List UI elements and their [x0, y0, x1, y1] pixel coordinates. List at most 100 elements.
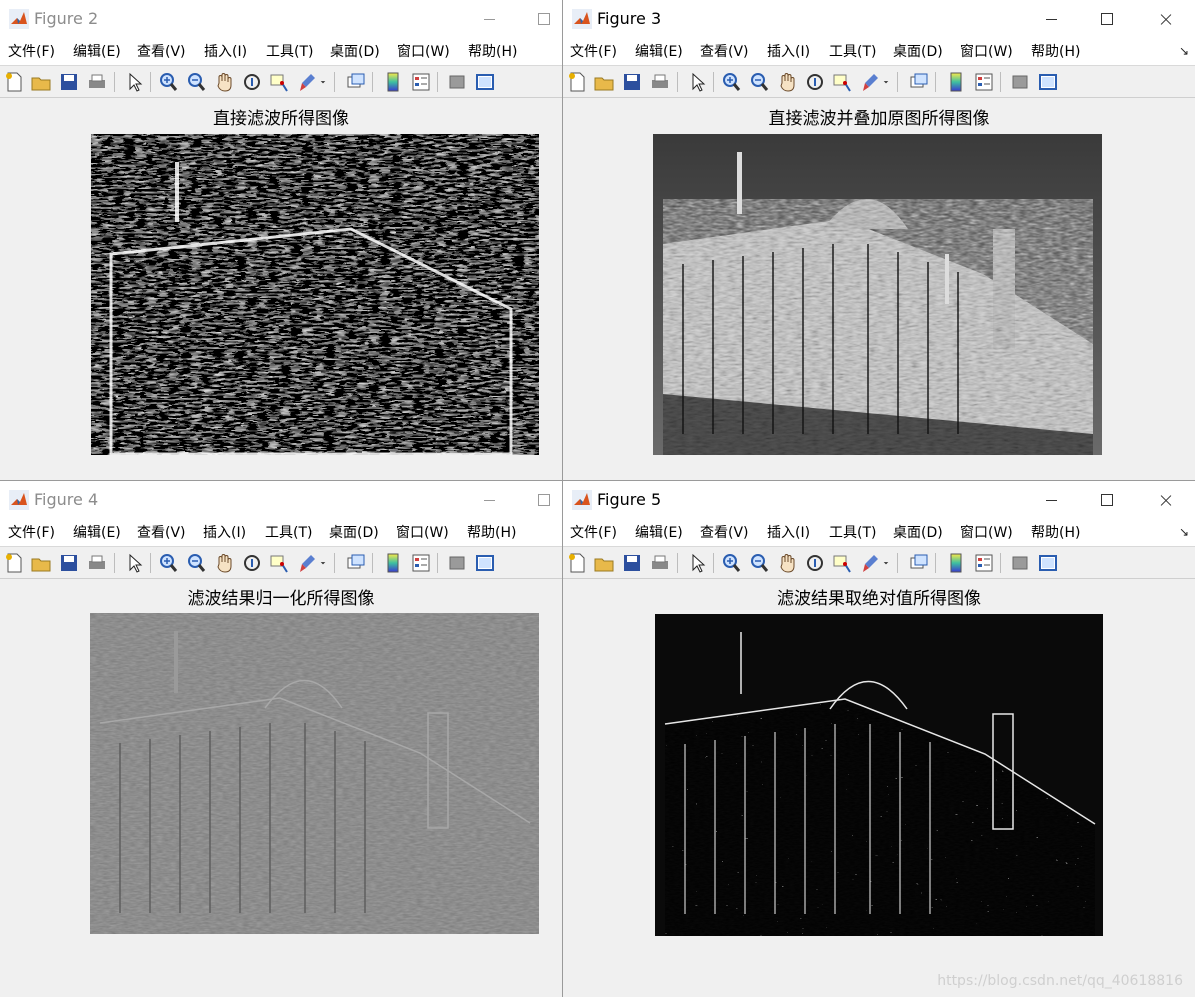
menu-desktop[interactable]: 桌面(D): [330, 43, 380, 61]
print-icon[interactable]: [86, 71, 108, 93]
save-icon[interactable]: [58, 552, 80, 574]
rotate-3d-icon[interactable]: [241, 71, 263, 93]
zoom-out-icon[interactable]: [748, 552, 770, 574]
title-bar[interactable]: Figure 5: [563, 481, 1195, 519]
rotate-3d-icon[interactable]: [804, 71, 826, 93]
hide-plot-tools-icon[interactable]: [1009, 71, 1031, 93]
legend-icon[interactable]: [973, 71, 995, 93]
pan-hand-icon[interactable]: [213, 552, 235, 574]
data-cursor-icon[interactable]: [831, 552, 853, 574]
menu-edit[interactable]: 编辑(E): [73, 524, 121, 542]
zoom-out-icon[interactable]: [185, 552, 207, 574]
select-pointer-icon[interactable]: [686, 71, 708, 93]
close-button[interactable]: [1151, 4, 1181, 34]
show-plot-tools-icon[interactable]: [1037, 552, 1059, 574]
maximize-button[interactable]: [1092, 485, 1122, 515]
menu-tools[interactable]: 工具(T): [266, 43, 313, 61]
menu-insert[interactable]: 插入(I): [767, 524, 810, 542]
menu-window[interactable]: 窗口(W): [397, 43, 450, 61]
colorbar-icon[interactable]: [945, 552, 967, 574]
print-icon[interactable]: [649, 71, 671, 93]
open-folder-icon[interactable]: [30, 552, 52, 574]
menu-file[interactable]: 文件(F): [570, 43, 617, 61]
maximize-button[interactable]: [529, 485, 559, 515]
menu-insert[interactable]: 插入(I): [767, 43, 810, 61]
menu-help[interactable]: 帮助(H): [467, 524, 516, 542]
brush-dropdown-icon[interactable]: [881, 552, 891, 574]
menu-insert[interactable]: 插入(I): [203, 524, 246, 542]
zoom-in-icon[interactable]: [157, 71, 179, 93]
menu-desktop[interactable]: 桌面(D): [329, 524, 379, 542]
data-cursor-icon[interactable]: [268, 71, 290, 93]
rotate-3d-icon[interactable]: [241, 552, 263, 574]
menu-edit[interactable]: 编辑(E): [635, 524, 683, 542]
colorbar-icon[interactable]: [382, 71, 404, 93]
print-icon[interactable]: [649, 552, 671, 574]
minimize-button[interactable]: [474, 485, 504, 515]
menu-edit[interactable]: 编辑(E): [73, 43, 121, 61]
menu-overflow-icon[interactable]: ↘: [1179, 44, 1189, 58]
pan-hand-icon[interactable]: [213, 71, 235, 93]
colorbar-icon[interactable]: [382, 552, 404, 574]
menu-view[interactable]: 查看(V): [137, 43, 186, 61]
link-plot-icon[interactable]: [908, 552, 930, 574]
legend-icon[interactable]: [410, 552, 432, 574]
minimize-button[interactable]: [1036, 485, 1066, 515]
menu-tools[interactable]: 工具(T): [265, 524, 312, 542]
save-icon[interactable]: [58, 71, 80, 93]
select-pointer-icon[interactable]: [123, 71, 145, 93]
menu-tools[interactable]: 工具(T): [829, 43, 876, 61]
menu-edit[interactable]: 编辑(E): [635, 43, 683, 61]
close-button[interactable]: [1151, 485, 1181, 515]
menu-file[interactable]: 文件(F): [8, 43, 55, 61]
title-bar[interactable]: Figure 2: [0, 0, 562, 38]
new-figure-icon[interactable]: [3, 552, 25, 574]
pan-hand-icon[interactable]: [776, 552, 798, 574]
brush-icon[interactable]: [296, 71, 318, 93]
maximize-button[interactable]: [1092, 4, 1122, 34]
zoom-in-icon[interactable]: [720, 552, 742, 574]
data-cursor-icon[interactable]: [831, 71, 853, 93]
print-icon[interactable]: [86, 552, 108, 574]
title-bar[interactable]: Figure 4: [0, 481, 562, 519]
hide-plot-tools-icon[interactable]: [1009, 552, 1031, 574]
minimize-button[interactable]: [1036, 4, 1066, 34]
menu-window[interactable]: 窗口(W): [396, 524, 449, 542]
brush-dropdown-icon[interactable]: [881, 71, 891, 93]
menu-view[interactable]: 查看(V): [700, 43, 749, 61]
menu-tools[interactable]: 工具(T): [829, 524, 876, 542]
new-figure-icon[interactable]: [566, 552, 588, 574]
brush-icon[interactable]: [296, 552, 318, 574]
show-plot-tools-icon[interactable]: [474, 552, 496, 574]
menu-desktop[interactable]: 桌面(D): [893, 524, 943, 542]
menu-help[interactable]: 帮助(H): [1031, 43, 1080, 61]
minimize-button[interactable]: [474, 4, 504, 34]
colorbar-icon[interactable]: [945, 71, 967, 93]
menu-insert[interactable]: 插入(I): [204, 43, 247, 61]
brush-dropdown-icon[interactable]: [318, 71, 328, 93]
open-folder-icon[interactable]: [30, 71, 52, 93]
save-icon[interactable]: [621, 71, 643, 93]
legend-icon[interactable]: [410, 71, 432, 93]
new-figure-icon[interactable]: [566, 71, 588, 93]
zoom-in-icon[interactable]: [157, 552, 179, 574]
menu-desktop[interactable]: 桌面(D): [893, 43, 943, 61]
menu-help[interactable]: 帮助(H): [1031, 524, 1080, 542]
select-pointer-icon[interactable]: [123, 552, 145, 574]
zoom-out-icon[interactable]: [185, 71, 207, 93]
hide-plot-tools-icon[interactable]: [446, 552, 468, 574]
zoom-in-icon[interactable]: [720, 71, 742, 93]
title-bar[interactable]: Figure 3: [563, 0, 1195, 38]
menu-file[interactable]: 文件(F): [8, 524, 55, 542]
open-folder-icon[interactable]: [593, 552, 615, 574]
rotate-3d-icon[interactable]: [804, 552, 826, 574]
show-plot-tools-icon[interactable]: [1037, 71, 1059, 93]
data-cursor-icon[interactable]: [268, 552, 290, 574]
menu-view[interactable]: 查看(V): [700, 524, 749, 542]
open-folder-icon[interactable]: [593, 71, 615, 93]
select-pointer-icon[interactable]: [686, 552, 708, 574]
menu-window[interactable]: 窗口(W): [960, 43, 1013, 61]
link-plot-icon[interactable]: [345, 71, 367, 93]
maximize-button[interactable]: [529, 4, 559, 34]
menu-help[interactable]: 帮助(H): [468, 43, 517, 61]
